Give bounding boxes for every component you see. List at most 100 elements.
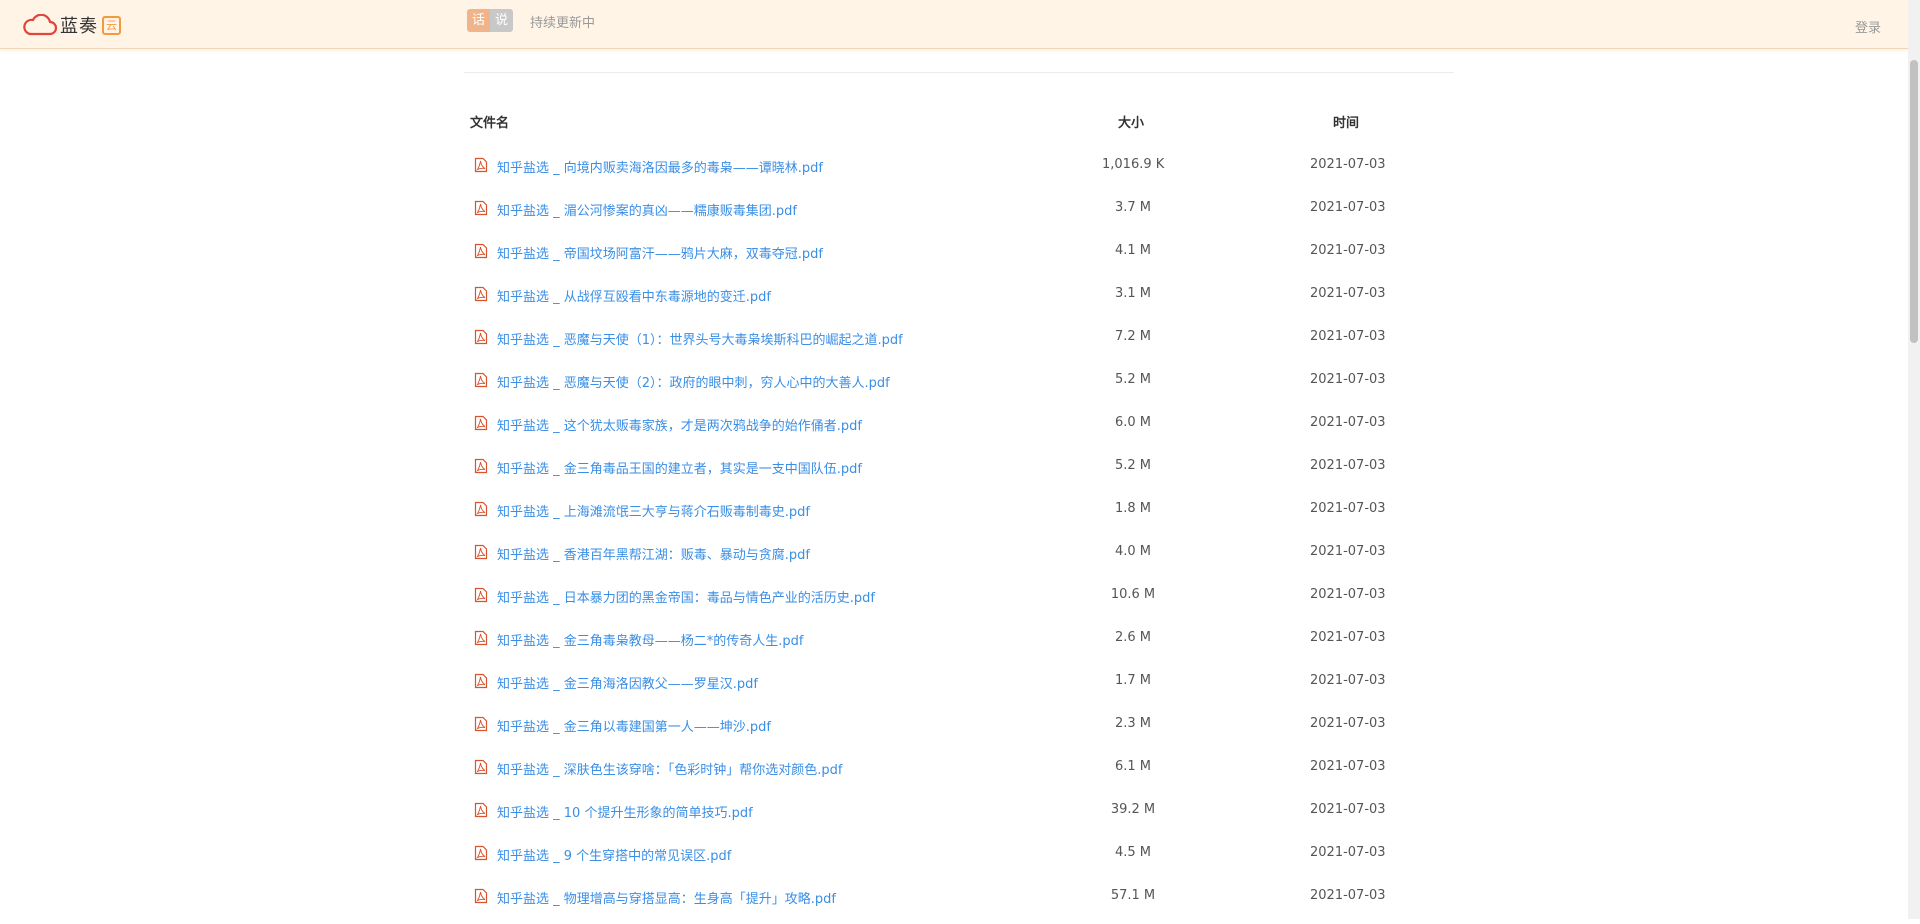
file-size: 6.1 M [1114, 759, 1152, 774]
file-size: 1.8 M [1114, 501, 1152, 516]
file-name-link[interactable]: 知乎盐选 _ 从战俘互殴看中东毒源地的变迁.pdf [497, 286, 771, 305]
cloud-icon [23, 14, 58, 36]
top-header: 蓝奏 云 话 说 持续更新中 登录 [0, 0, 1908, 49]
table-row: 知乎盐选 _ 从战俘互殴看中东毒源地的变迁.pdf 3.1 M 2021-07-03 [0, 279, 1908, 322]
pdf-icon [474, 845, 488, 861]
file-name-link[interactable]: 知乎盐选 _ 向境内贩卖海洛因最多的毒枭——谭晓林.pdf [497, 157, 823, 176]
file-name-link[interactable]: 知乎盐选 _ 恶魔与天使（2）：政府的眼中刺，穷人心中的大善人.pdf [497, 372, 890, 391]
file-size: 5.2 M [1114, 372, 1152, 387]
file-list: 知乎盐选 _ 向境内贩卖海洛因最多的毒枭——谭晓林.pdf 1,016.9 K 20… [0, 150, 1908, 924]
file-time: 2021-07-03 [1310, 372, 1386, 387]
table-row: 知乎盐选 _ 金三角以毒建国第一人——坤沙.pdf 2.3 M 2021-07-03 [0, 709, 1908, 752]
file-size: 6.0 M [1114, 415, 1152, 430]
file-time: 2021-07-03 [1310, 802, 1386, 817]
table-row: 知乎盐选 _ 金三角毒品王国的建立者，其实是一支中国队伍.pdf 5.2 M 202… [0, 451, 1908, 494]
column-header-name: 文件名 [470, 116, 510, 131]
login-link[interactable]: 登录 [1855, 17, 1881, 36]
file-size: 5.2 M [1114, 458, 1152, 473]
pdf-icon [474, 802, 488, 818]
file-name-link[interactable]: 知乎盐选 _ 香港百年黑帮江湖：贩毒、暴动与贪腐.pdf [497, 544, 810, 563]
logo-box-icon: 云 [102, 15, 121, 35]
badge-left: 话 [467, 9, 490, 32]
file-time: 2021-07-03 [1310, 329, 1386, 344]
table-row: 知乎盐选 _ 湄公河惨案的真凶——糯康贩毒集团.pdf 3.7 M 2021-07-… [0, 193, 1908, 236]
vertical-scrollbar[interactable] [1908, 0, 1920, 919]
file-name-link[interactable]: 知乎盐选 _ 恶魔与天使（1）：世界头号大毒枭埃斯科巴的崛起之道.pdf [497, 329, 903, 348]
pdf-icon [474, 286, 488, 302]
notice-badge: 话 说 [467, 9, 513, 32]
file-name-link[interactable]: 知乎盐选 _ 湄公河惨案的真凶——糯康贩毒集团.pdf [497, 200, 797, 219]
file-size: 39.2 M [1110, 802, 1156, 817]
file-name-link[interactable]: 知乎盐选 _ 这个犹太贩毒家族，才是两次鸦战争的始作俑者.pdf [497, 415, 862, 434]
file-time: 2021-07-03 [1310, 759, 1386, 774]
table-row: 知乎盐选 _ 恶魔与天使（2）：政府的眼中刺，穷人心中的大善人.pdf 5.2 M… [0, 365, 1908, 408]
file-size: 3.1 M [1114, 286, 1152, 301]
file-time: 2021-07-03 [1310, 415, 1386, 430]
file-size: 57.1 M [1110, 888, 1156, 903]
file-size: 3.7 M [1114, 200, 1152, 215]
file-time: 2021-07-03 [1310, 501, 1386, 516]
pdf-icon [474, 415, 488, 431]
file-name-link[interactable]: 知乎盐选 _ 日本暴力团的黑金帝国：毒品与情色产业的活历史.pdf [497, 587, 875, 606]
file-time: 2021-07-03 [1310, 157, 1386, 172]
file-name-link[interactable]: 知乎盐选 _ 10 个提升生形象的简单技巧.pdf [497, 802, 753, 821]
table-row: 知乎盐选 _ 10 个提升生形象的简单技巧.pdf 39.2 M 2021-07-0… [0, 795, 1908, 838]
file-name-link[interactable]: 知乎盐选 _ 物理增高与穿搭显高：生身高「提升」攻略.pdf [497, 888, 836, 907]
file-size: 2.3 M [1114, 716, 1152, 731]
file-name-link[interactable]: 知乎盐选 _ 上海滩流氓三大亨与蒋介石贩毒制毒史.pdf [497, 501, 810, 520]
file-time: 2021-07-03 [1310, 630, 1386, 645]
notice-text: 持续更新中 [530, 16, 596, 31]
file-time: 2021-07-03 [1310, 200, 1386, 215]
file-size: 4.1 M [1114, 243, 1152, 258]
table-row: 知乎盐选 _ 金三角毒枭教母——杨二*的传奇人生.pdf 2.6 M 2021-07… [0, 623, 1908, 666]
file-size: 4.5 M [1114, 845, 1152, 860]
file-name-link[interactable]: 知乎盐选 _ 金三角以毒建国第一人——坤沙.pdf [497, 716, 771, 735]
table-row: 知乎盐选 _ 金三角海洛因教父——罗星汉.pdf 1.7 M 2021-07-03 [0, 666, 1908, 709]
site-logo[interactable]: 蓝奏 云 [22, 12, 121, 38]
file-name-link[interactable]: 知乎盐选 _ 深肤色生该穿啥：「色彩时钟」帮你选对颜色.pdf [497, 759, 842, 778]
pdf-icon [474, 716, 488, 732]
file-size: 1.7 M [1114, 673, 1152, 688]
table-row: 知乎盐选 _ 物理增高与穿搭显高：生身高「提升」攻略.pdf 57.1 M 2021… [0, 881, 1908, 924]
file-name-link[interactable]: 知乎盐选 _ 帝国坟场阿富汗——鸦片大麻，双毒夺冠.pdf [497, 243, 823, 262]
pdf-icon [474, 673, 488, 689]
scrollbar-thumb[interactable] [1910, 60, 1918, 343]
file-size: 7.2 M [1114, 329, 1152, 344]
file-size: 10.6 M [1110, 587, 1156, 602]
column-header-time: 时间 [1333, 116, 1360, 131]
file-name-link[interactable]: 知乎盐选 _ 金三角毒品王国的建立者，其实是一支中国队伍.pdf [497, 458, 862, 477]
pdf-icon [474, 759, 488, 775]
table-row: 知乎盐选 _ 恶魔与天使（1）：世界头号大毒枭埃斯科巴的崛起之道.pdf 7.2 … [0, 322, 1908, 365]
pdf-icon [474, 501, 488, 517]
column-header-size: 大小 [1118, 116, 1145, 131]
file-name-link[interactable]: 知乎盐选 _ 金三角海洛因教父——罗星汉.pdf [497, 673, 758, 692]
file-time: 2021-07-03 [1310, 888, 1386, 903]
pdf-icon [474, 544, 488, 560]
table-row: 知乎盐选 _ 日本暴力团的黑金帝国：毒品与情色产业的活历史.pdf 10.6 M 2… [0, 580, 1908, 623]
file-time: 2021-07-03 [1310, 587, 1386, 602]
file-time: 2021-07-03 [1310, 544, 1386, 559]
file-time: 2021-07-03 [1310, 243, 1386, 258]
pdf-icon [474, 587, 488, 603]
file-name-link[interactable]: 知乎盐选 _ 金三角毒枭教母——杨二*的传奇人生.pdf [497, 630, 803, 649]
table-row: 知乎盐选 _ 深肤色生该穿啥：「色彩时钟」帮你选对颜色.pdf 6.1 M 2021… [0, 752, 1908, 795]
pdf-icon [474, 888, 488, 904]
file-size: 1,016.9 K [1102, 157, 1165, 172]
table-row: 知乎盐选 _ 向境内贩卖海洛因最多的毒枭——谭晓林.pdf 1,016.9 K 20… [0, 150, 1908, 193]
table-row: 知乎盐选 _ 上海滩流氓三大亨与蒋介石贩毒制毒史.pdf 1.8 M 2021-07… [0, 494, 1908, 537]
logo-text: 蓝奏 [60, 16, 98, 37]
pdf-icon [474, 200, 488, 216]
pdf-icon [474, 630, 488, 646]
table-header: 文件名 大小 时间 [0, 112, 1908, 134]
file-time: 2021-07-03 [1310, 845, 1386, 860]
pdf-icon [474, 157, 488, 173]
content-divider [464, 72, 1454, 73]
file-time: 2021-07-03 [1310, 286, 1386, 301]
badge-right: 说 [490, 9, 513, 32]
file-size: 4.0 M [1114, 544, 1152, 559]
file-name-link[interactable]: 知乎盐选 _ 9 个生穿搭中的常见误区.pdf [497, 845, 731, 864]
file-size: 2.6 M [1114, 630, 1152, 645]
pdf-icon [474, 329, 488, 345]
file-time: 2021-07-03 [1310, 716, 1386, 731]
table-row: 知乎盐选 _ 香港百年黑帮江湖：贩毒、暴动与贪腐.pdf 4.0 M 2021-07… [0, 537, 1908, 580]
